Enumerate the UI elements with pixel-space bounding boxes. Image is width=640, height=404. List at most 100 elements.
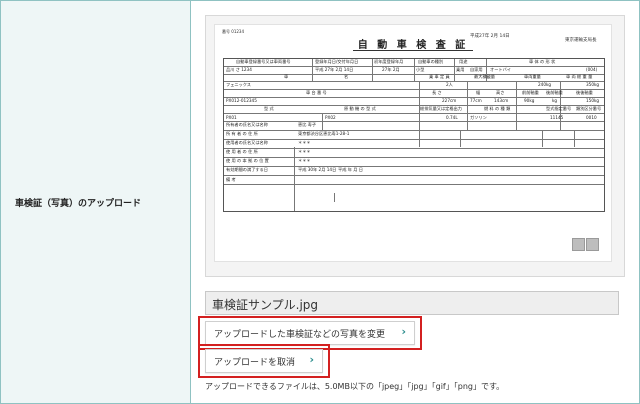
- doc-rule: [224, 184, 604, 185]
- doc-cell: 自動車登録番号又は車両番号: [236, 59, 291, 64]
- doc-cell: 高さ: [496, 90, 505, 95]
- doc-cell: 登録年月日/交付年月日: [315, 59, 359, 64]
- field-label-cell: 車検証（写真）のアップロード: [1, 1, 191, 403]
- doc-cell: 90kg: [524, 98, 535, 103]
- doc-cell: 小型: [416, 67, 425, 72]
- doc-issuer: 東京運輸支局長: [565, 38, 597, 43]
- doc-cell: 350kg: [586, 82, 600, 87]
- doc-rule: [224, 148, 604, 149]
- doc-rule: [574, 130, 575, 147]
- doc-cell: 平成 27年 2月 14日: [315, 67, 354, 72]
- doc-cell: 0.74L: [446, 115, 458, 120]
- change-photo-button[interactable]: アップロードした車検証などの写真を変更 ›: [205, 321, 415, 345]
- preview-thumbnail-button[interactable]: [572, 238, 585, 251]
- doc-cell: 乗用: [456, 67, 465, 72]
- vehicle-inspection-certificate-image: 番号 01234 自 動 車 検 査 証 平成27年 2月 14日 東京運輸支局…: [214, 24, 612, 262]
- doc-cell: PX01: [226, 115, 237, 120]
- doc-cell: 後前軸重: [546, 90, 563, 95]
- doc-cell: 2人: [446, 82, 453, 87]
- doc-cell: 初年度登録年月: [374, 59, 404, 64]
- doc-cell: 平成 年 月 日: [338, 167, 363, 172]
- doc-rule: [460, 130, 461, 147]
- doc-cell: 77cm: [470, 98, 482, 103]
- doc-cell: フェニックス: [226, 82, 251, 87]
- doc-cell: 使 用 の 本 拠 の 位 置: [226, 158, 269, 163]
- doc-cell: 類別区分番号: [576, 106, 602, 111]
- doc-rule: [322, 113, 323, 130]
- doc-rule: [224, 157, 604, 158]
- doc-cell: kg: [552, 98, 558, 103]
- doc-rule: [467, 81, 468, 130]
- image-preview: 番号 01234 自 動 車 検 査 証 平成27年 2月 14日 東京運輸支局…: [205, 15, 625, 277]
- doc-cell: ＊＊＊: [298, 158, 311, 163]
- doc-cell: 燃 料 の 種 類: [484, 106, 511, 111]
- doc-rule: [224, 139, 604, 140]
- preview-thumbnail-button[interactable]: [586, 238, 599, 251]
- doc-rule: [419, 130, 420, 147]
- doc-title: 自 動 車 検 査 証: [357, 40, 469, 51]
- doc-rule: [224, 130, 604, 131]
- doc-rule: [224, 113, 604, 114]
- doc-cell: 240kg: [538, 82, 552, 87]
- doc-rule: [414, 59, 415, 81]
- field-label: 車検証（写真）のアップロード: [15, 199, 142, 209]
- doc-cell: 車 台 番 号: [306, 90, 327, 95]
- chevron-right-icon: ›: [401, 325, 406, 338]
- cancel-upload-button-label: アップロードを取消: [214, 358, 296, 368]
- doc-cell: 車 体 の 形 状: [529, 59, 556, 64]
- doc-number: 番号 01234: [222, 29, 244, 34]
- doc-rule: [224, 97, 604, 98]
- doc-cell: 備 考: [226, 177, 236, 182]
- field-content: 番号 01234 自 動 車 検 査 証 平成27年 2月 14日 東京運輸支局…: [191, 1, 639, 403]
- doc-cell: 型式指定番号: [546, 106, 572, 111]
- doc-rule: [516, 81, 517, 130]
- doc-cell: PX012-012345: [226, 98, 257, 103]
- doc-rule: [372, 59, 373, 81]
- doc-cell: 150kg: [586, 98, 600, 103]
- doc-rule: [312, 59, 313, 81]
- change-photo-button-label: アップロードした車検証などの写真を変更: [214, 330, 386, 340]
- form-row: 車検証（写真）のアップロード 番号 01234 自 動 車 検 査 証 平成27…: [0, 0, 640, 404]
- doc-cell: 総排気量又は定格出力: [420, 106, 462, 111]
- doc-title-underline: [353, 50, 473, 51]
- doc-rule: [224, 121, 604, 122]
- doc-cell: 有効期間の満了する日: [226, 167, 268, 172]
- cancel-upload-button[interactable]: アップロードを取消 ›: [205, 349, 323, 373]
- doc-cell: 恵比 寿子: [298, 122, 317, 127]
- doc-table: 自動車登録番号又は車両番号 登録年月日/交付年月日 初年度登録年月 自動車の種別…: [223, 58, 605, 212]
- chevron-right-icon: ›: [309, 353, 314, 366]
- doc-rule: [542, 130, 543, 147]
- doc-cell: 143cm: [494, 98, 509, 103]
- doc-cell: 乗 車 定 員: [429, 74, 450, 79]
- doc-rule: [224, 175, 604, 176]
- doc-cell: (004): [586, 67, 598, 72]
- doc-rule: [334, 193, 335, 202]
- file-name-text: 車検証サンプル.jpg: [212, 298, 319, 312]
- doc-cell: ガソリン: [470, 115, 487, 120]
- doc-rule: [294, 147, 295, 211]
- doc-cell: 使用者の氏名又は名称: [226, 140, 268, 145]
- doc-cell: 型 式: [264, 106, 274, 111]
- doc-cell: 車: [284, 74, 289, 79]
- doc-cell: 平成 30年 2月 14日: [298, 167, 337, 172]
- doc-cell: 自家用: [470, 67, 483, 72]
- doc-cell: 長 さ: [432, 90, 442, 95]
- doc-cell: ＊＊＊: [298, 140, 311, 145]
- doc-cell: 幅: [476, 90, 481, 95]
- doc-cell: 27年 2月: [382, 67, 400, 72]
- doc-cell: 車両重量: [524, 74, 541, 79]
- doc-rule: [454, 59, 455, 81]
- doc-cell: 所 有 者 の 住 所: [226, 131, 258, 136]
- doc-cell: 名: [344, 74, 349, 79]
- doc-cell: オートバイ: [490, 67, 511, 72]
- doc-cell: 最大積載量: [474, 74, 495, 79]
- doc-cell: 前前軸重: [522, 90, 539, 95]
- doc-cell: 品川 さ 1234: [226, 67, 252, 72]
- doc-rule: [224, 166, 604, 167]
- doc-cell: 227cm: [442, 98, 457, 103]
- doc-cell: PX02: [325, 115, 336, 120]
- doc-cell: 原 動 機 の 型 式: [344, 106, 376, 111]
- doc-cell: 車 両 総 重 量: [566, 74, 593, 79]
- doc-cell: 11145: [550, 115, 564, 120]
- doc-cell: 0010: [586, 115, 597, 120]
